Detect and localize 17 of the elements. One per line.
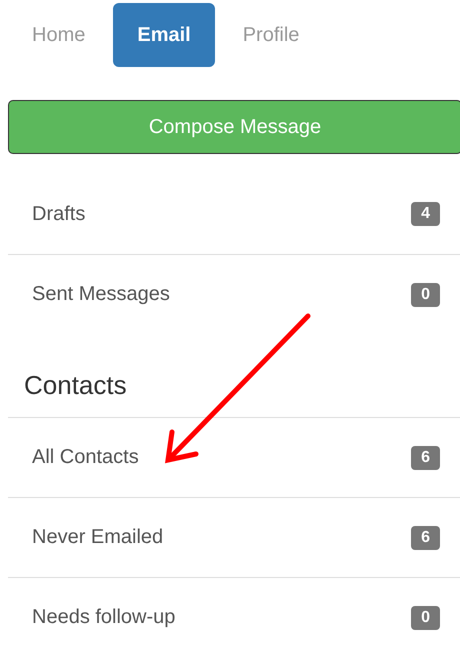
item-label: Needs follow-up	[32, 606, 176, 629]
item-label: Never Emailed	[32, 526, 164, 549]
nav-tab[interactable]: Email	[113, 3, 215, 67]
count-badge: 6	[411, 446, 440, 470]
sidebar-item[interactable]: Needs follow-up 0	[8, 577, 460, 657]
sidebar-item[interactable]: All Contacts 6	[8, 417, 460, 497]
item-label: Sent Messages	[32, 283, 170, 306]
count-badge: 0	[411, 282, 440, 306]
count-badge: 6	[411, 526, 440, 550]
count-badge: 0	[411, 606, 440, 630]
sidebar-item[interactable]: Sent Messages 0	[8, 254, 460, 334]
sidebar-item[interactable]: Drafts 4	[8, 174, 460, 254]
item-label: All Contacts	[32, 446, 139, 469]
sidebar-item[interactable]: Never Emailed 6	[8, 497, 460, 577]
item-label: Drafts	[32, 202, 86, 226]
section-heading: Contacts	[24, 370, 127, 400]
count-badge: 4	[411, 202, 440, 226]
